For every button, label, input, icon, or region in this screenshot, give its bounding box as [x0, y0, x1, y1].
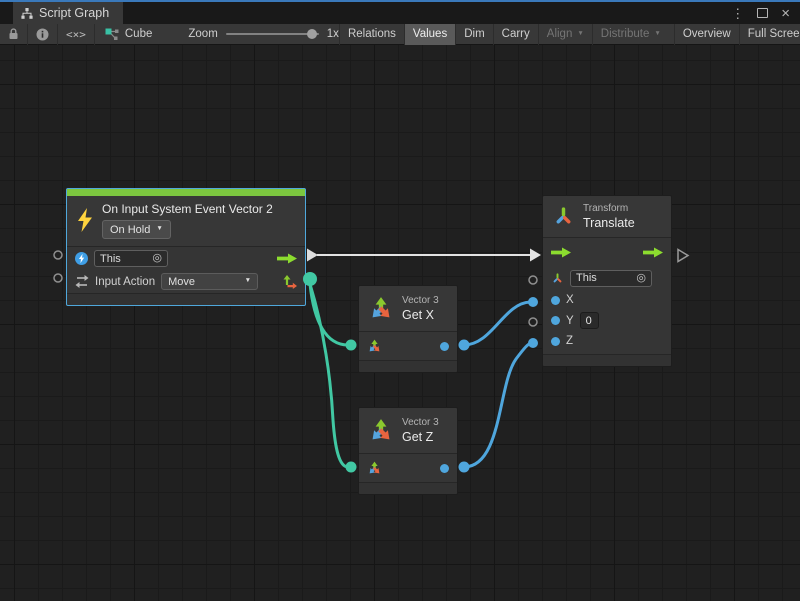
tab-script-graph[interactable]: Script Graph	[13, 2, 123, 24]
transform-this-row: This ◎	[543, 266, 671, 290]
getz-io-row	[359, 454, 457, 482]
event-mode-dropdown[interactable]: On Hold ▼	[102, 220, 171, 239]
transform-node-category: Transform	[583, 202, 635, 215]
transform-flow-row	[543, 238, 671, 266]
overview-button[interactable]: Overview	[674, 24, 739, 45]
lock-icon	[8, 28, 19, 40]
input-action-icon	[75, 275, 89, 288]
align-dropdown[interactable]: Align ▼	[538, 24, 592, 45]
window-menu-icon[interactable]: ⋮	[731, 7, 744, 20]
distribute-dropdown[interactable]: Distribute ▼	[592, 24, 669, 45]
zoom-slider-track[interactable]	[226, 33, 319, 35]
transform-y-row: Y 0	[543, 310, 671, 331]
relations-button[interactable]: Relations	[339, 24, 404, 45]
maximize-icon[interactable]	[757, 8, 768, 18]
y-value-field[interactable]: 0	[580, 312, 599, 329]
object-picker-icon[interactable]: ◎	[152, 253, 162, 264]
zoom-control: Zoom 1x	[188, 24, 339, 45]
graph-toolbar: <×> Cube Zoom 1x Relations Values Dim Ca…	[0, 24, 800, 45]
event-bolt-icon	[76, 208, 94, 232]
graph-hierarchy-icon	[21, 8, 33, 19]
flow-out-arrow-icon	[277, 253, 297, 264]
y-label: Y	[566, 315, 574, 327]
carry-button[interactable]: Carry	[493, 24, 538, 45]
getz-node-footer	[359, 482, 457, 494]
vector3-icon	[368, 296, 394, 322]
y-input-dot[interactable]	[551, 316, 560, 325]
tab-title: Script Graph	[39, 6, 109, 20]
transform-z-row: Z	[543, 331, 671, 354]
script-graph-asset-icon	[105, 28, 119, 41]
close-icon[interactable]: ×	[781, 7, 790, 20]
event-input-action-row: Input Action Move ▼	[67, 270, 305, 293]
tab-bar: Script Graph ⋮ ×	[0, 2, 800, 24]
full-screen-button[interactable]: Full Screen	[739, 24, 800, 45]
transform-icon	[552, 205, 575, 228]
zoom-slider-handle[interactable]	[307, 29, 317, 39]
getz-node-title: Get Z	[402, 429, 439, 445]
transform-x-row: X	[543, 290, 671, 310]
event-node-accent-bar	[67, 189, 305, 196]
script-graph-window: Script Graph ⋮ × <×>	[0, 0, 800, 601]
vector3-input-icon	[367, 339, 382, 354]
x-input-dot[interactable]	[551, 296, 560, 305]
zoom-level: 1x	[327, 28, 339, 40]
chevron-down-icon: ▼	[245, 278, 251, 285]
transform-mini-icon	[551, 272, 564, 285]
transform-node-title: Translate	[583, 215, 635, 231]
lock-button[interactable]	[0, 24, 28, 45]
z-label: Z	[566, 335, 573, 347]
chevron-down-icon: ▼	[156, 226, 162, 233]
object-picker-icon[interactable]: ◎	[636, 273, 646, 284]
zoom-label: Zoom	[188, 28, 217, 40]
flow-out-arrow-icon	[643, 247, 663, 258]
dim-button[interactable]: Dim	[455, 24, 492, 45]
event-node-title: On Input System Event Vector 2	[102, 201, 273, 217]
chevron-down-icon: ▼	[654, 31, 660, 38]
event-node-footer	[67, 293, 305, 305]
graph-breadcrumb[interactable]: Cube	[95, 28, 163, 41]
getx-node-category: Vector 3	[402, 294, 439, 307]
getx-output-dot[interactable]	[440, 342, 449, 351]
input-action-dropdown[interactable]: Move ▼	[161, 273, 258, 290]
node-on-input-system-event[interactable]: On Input System Event Vector 2 On Hold ▼…	[66, 188, 306, 306]
getx-node-title: Get X	[402, 307, 439, 323]
getx-node-footer	[359, 360, 457, 372]
node-transform-translate[interactable]: Transform Translate	[542, 195, 672, 367]
event-this-row: This ◎	[67, 247, 305, 270]
event-this-field[interactable]: This ◎	[94, 250, 168, 267]
code-preview-button[interactable]: <×>	[58, 24, 95, 45]
zoom-slider[interactable]	[226, 24, 319, 45]
getx-io-row	[359, 332, 457, 360]
vector2-type-icon	[283, 275, 297, 289]
flow-in-arrow-icon	[551, 247, 571, 258]
x-label: X	[566, 294, 574, 306]
vector3-input-icon	[367, 461, 382, 476]
transform-node-footer	[543, 354, 671, 366]
info-button[interactable]	[28, 24, 58, 45]
node-vector3-get-z[interactable]: Vector 3 Get Z	[358, 407, 458, 495]
getz-output-dot[interactable]	[440, 464, 449, 473]
graph-name: Cube	[125, 28, 153, 40]
chevron-down-icon: ▼	[577, 31, 583, 38]
window-controls: ⋮ ×	[731, 2, 800, 24]
self-reference-icon	[75, 252, 88, 265]
input-action-label: Input Action	[95, 276, 155, 288]
toolbar-buttons: Relations Values Dim Carry Align ▼ Distr…	[339, 24, 800, 45]
z-input-dot[interactable]	[551, 337, 560, 346]
vector3-icon	[368, 418, 394, 444]
node-vector3-get-x[interactable]: Vector 3 Get X	[358, 285, 458, 373]
info-icon	[36, 28, 49, 41]
transform-this-field[interactable]: This ◎	[570, 270, 652, 287]
getz-node-category: Vector 3	[402, 416, 439, 429]
values-button[interactable]: Values	[404, 24, 455, 45]
